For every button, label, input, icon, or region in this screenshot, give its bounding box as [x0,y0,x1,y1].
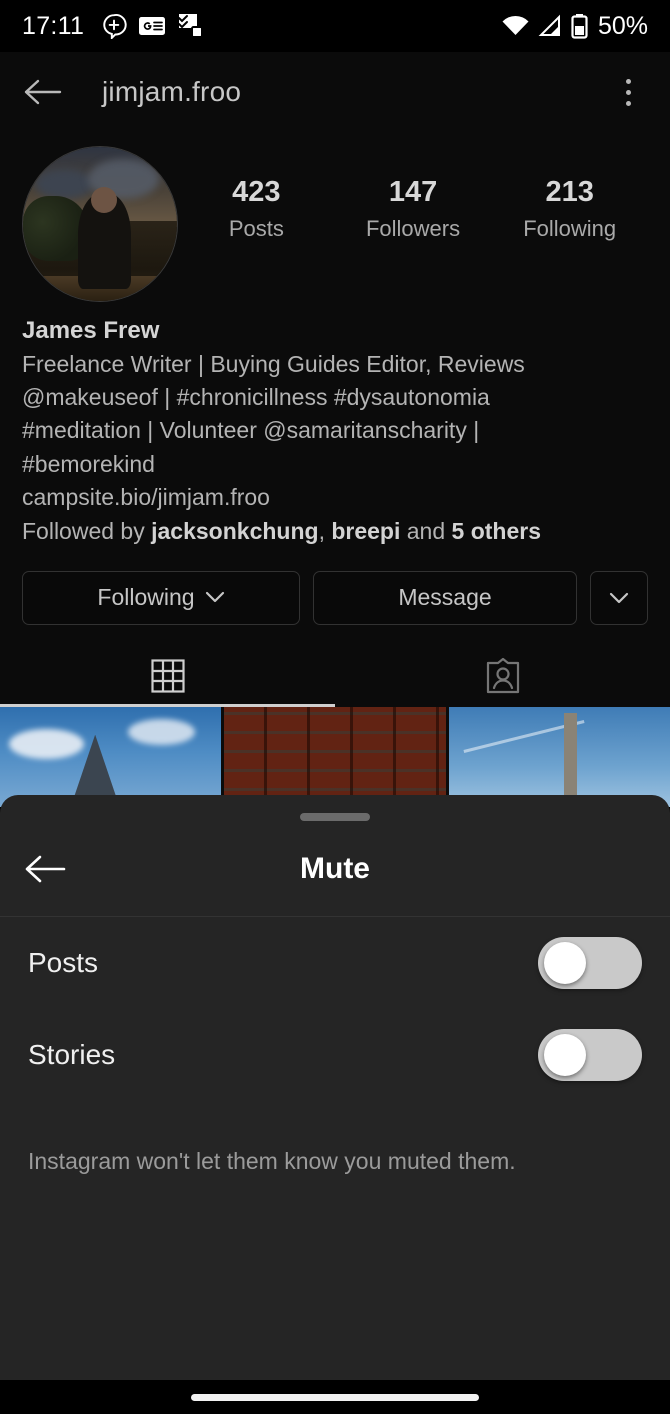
battery-icon [570,13,589,39]
profile-stats: 423 Posts 147 Followers 213 Following [178,146,648,242]
profile-action-buttons: Following Message [0,549,670,625]
bio-line-3: #meditation | Volunteer @samaritanschari… [22,417,480,444]
system-nav-bar [0,1380,670,1414]
bio-line-2: @makeuseof | #chronicillness #dysautonom… [22,383,490,410]
stat-followers-value: 147 [388,176,438,208]
grid-photo-brick-wall[interactable] [224,706,446,807]
status-bar-system-icons: 50% [501,12,648,41]
profile-tabs [0,645,670,707]
tagged-person-icon [485,657,521,695]
following-button-label: Following [97,584,195,611]
avatar-image [23,147,177,301]
sheet-back-arrow-icon[interactable] [20,843,72,895]
grid-icon [150,658,186,694]
kebab-menu-icon[interactable] [608,70,648,114]
profile-section: 423 Posts 147 Followers 213 Following Ja… [0,132,670,807]
message-plus-icon [101,13,127,39]
message-button[interactable]: Message [313,570,577,625]
phone-screen: 17:11 50% jimjam.froo 423 Posts 147 Foll… [0,0,670,1414]
bio-line-1: Freelance Writer | Buying Guides Editor,… [22,350,525,377]
message-button-label: Message [398,584,492,611]
back-arrow-icon[interactable] [22,70,66,114]
stat-followers-label: Followers [365,216,461,242]
mute-stories-label: Stories [28,1039,116,1070]
drag-handle[interactable] [300,813,370,821]
following-button[interactable]: Following [22,570,300,625]
stat-posts-label: Posts [228,216,284,242]
news-card-icon [138,15,166,37]
grid-photo-mountain-sky[interactable] [0,706,222,807]
followed-by-others[interactable]: 5 others [452,518,541,544]
bio-line-4: #bemorekind [22,450,155,477]
stat-posts-value: 423 [232,176,281,208]
sidebar-item-grid-tab[interactable] [0,645,335,707]
profile-website-link[interactable]: campsite.bio/jimjam.froo [22,481,648,514]
cellular-signal-icon [537,14,563,38]
page-title: jimjam.froo [102,76,242,107]
stat-following-label: Following [523,216,617,242]
app-bar: jimjam.froo [0,52,670,132]
more-options-button[interactable] [590,570,648,625]
sheet-title: Mute [300,851,370,885]
mute-posts-label: Posts [28,947,99,978]
sheet-header: Mute [0,821,670,916]
followed-by-text: Followed by jacksonkchung, breepi and 5 … [22,515,648,548]
followed-by-user-1[interactable]: jacksonkchung [151,518,318,544]
chevron-down-icon [608,591,630,605]
status-bar-clock: 17:11 [22,11,85,40]
followed-by-prefix: Followed by [22,518,152,545]
mute-stories-toggle[interactable] [538,1029,642,1081]
grid-photo-chimney-sky[interactable] [448,706,670,807]
followed-by-sep-2: and [400,518,452,545]
toggle-knob [544,1034,586,1076]
mute-row-stories[interactable]: Stories [0,1009,670,1101]
stat-following-value: 213 [545,176,594,208]
battery-percent-label: 50% [597,11,648,40]
mute-posts-toggle[interactable] [538,937,642,989]
mute-bottom-sheet: Mute Posts Stories Instagram won't let t… [0,795,670,1380]
sidebar-item-tagged-tab[interactable] [335,645,670,707]
profile-header-row: 423 Posts 147 Followers 213 Following [0,132,670,302]
profile-bio: James Frew Freelance Writer | Buying Gui… [0,302,670,549]
avatar[interactable] [22,146,178,302]
followed-by-user-2[interactable]: breepi [331,518,400,544]
chevron-down-icon [205,591,225,604]
mute-footer-note: Instagram won't let them know you muted … [28,1148,516,1174]
photo-grid [0,706,670,807]
wifi-icon [501,14,530,38]
toggle-knob [544,942,586,984]
tasks-icon [177,13,204,39]
display-name: James Frew [22,317,160,344]
stat-following[interactable]: 213 Following [491,174,648,242]
followed-by-sep-1: , [318,518,332,545]
stat-posts[interactable]: 423 Posts [178,174,335,242]
status-bar-notification-icons [101,13,204,39]
status-bar: 17:11 50% [0,0,670,52]
mute-row-posts[interactable]: Posts [0,917,670,1009]
stat-followers[interactable]: 147 Followers [335,174,492,242]
home-indicator[interactable] [191,1393,479,1401]
